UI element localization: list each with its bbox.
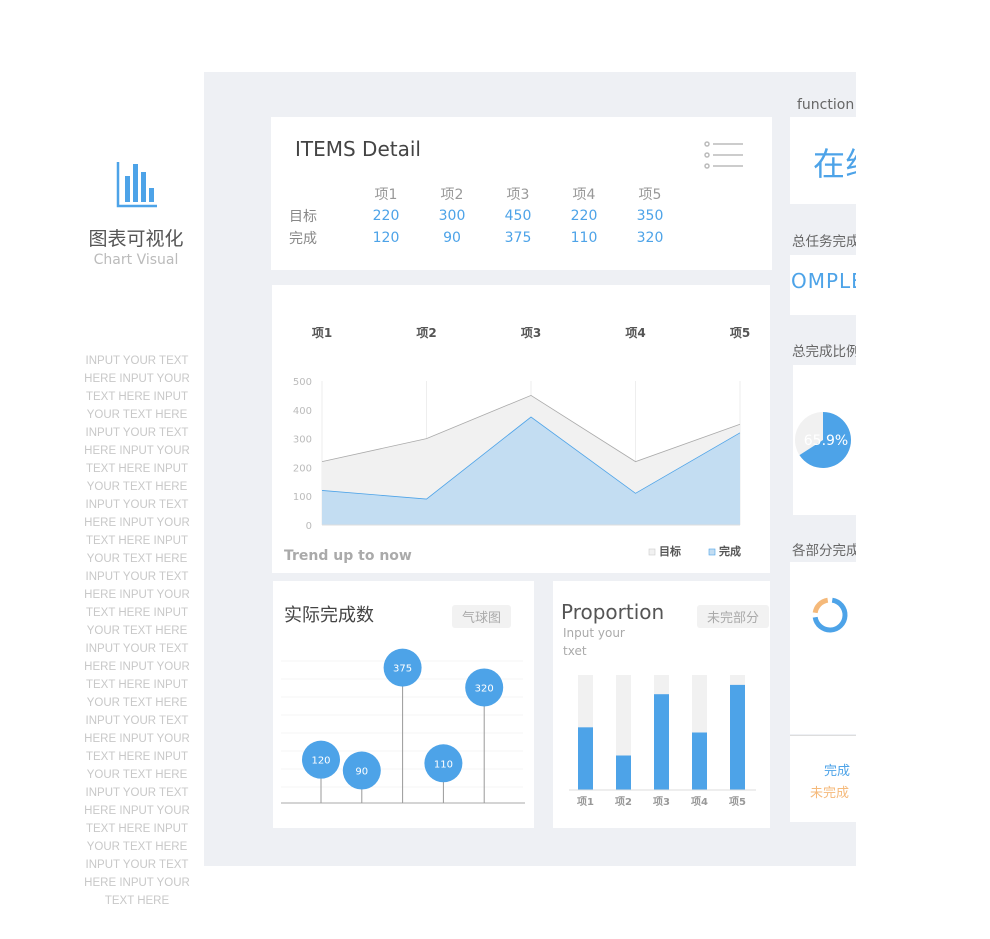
cell: 320 [636,230,664,246]
cell: 375 [504,230,532,246]
sidebar-body-text: INPUT YOUR TEXT HERE INPUT YOUR TEXT HER… [84,355,190,907]
bar-chart-icon [116,162,157,208]
bubble-chart: 120 90 375 110 320 [281,648,525,804]
legend-done: 完成 [824,764,851,779]
table-row: 目标 220 300 450 220 350 [289,205,683,227]
cell: 220 [570,208,598,224]
proportion-card: Proportion 未完部分 Input your txet 项1 项2 项3 项4… [553,581,770,828]
category-label: 项1 [312,326,332,340]
pie-card: 65.9% [793,365,856,515]
col-header: 项5 [638,187,662,203]
legend-card: 完成 未完成 [790,735,856,822]
y-tick-label: 300 [293,435,312,446]
function-label: function [797,97,855,113]
online-text: 在线 [813,145,856,183]
cell: 120 [372,230,400,246]
category-label: 项2 [615,796,632,808]
bubble-label: 375 [393,664,412,675]
legend-undone: 未完成 [810,786,850,801]
complete-card: COMPLETE [790,255,856,315]
y-tick-label: 400 [293,406,312,417]
category-label: 项4 [625,326,645,340]
y-tick-label: 200 [293,463,312,474]
cell: 450 [504,208,532,224]
complete-text: COMPLETE [790,269,856,293]
col-header: 项1 [374,187,398,203]
cell: 220 [372,208,400,224]
bar [578,727,593,790]
online-card: 在线 [790,117,856,204]
legend-label: 完成 [719,544,741,558]
bubble-chart-card: 实际完成数 气球图 120 90 375 110 320 [273,581,534,828]
y-tick-label: 100 [293,492,312,503]
sidebar-title: 图表可视化 [88,228,184,250]
cell: 110 [570,230,598,246]
pie-label: 65.9% [804,433,848,449]
category-label: 项2 [416,326,436,340]
area-chart: 项1 项2 项3 项4 项5 0 100 200 300 400 500 Trend up to no… [284,326,750,564]
category-label: 项1 [577,796,594,808]
col-header: 项2 [440,187,464,203]
donut-chart [812,597,848,633]
table-row: 完成 120 90 375 110 320 [289,227,683,249]
cell: 90 [443,230,461,246]
dashboard-panel: ITEMS Detail 项1 项2 项3 项4 项5 目标 220 300 450 220 35… [204,72,856,866]
legend-swatch [708,548,716,556]
chart-footer: Trend up to now [284,548,412,564]
col-header: 项4 [572,187,596,203]
items-detail-card: ITEMS Detail 项1 项2 项3 项4 项5 目标 220 300 450 220 35… [271,117,772,270]
legend-swatch [648,548,656,556]
bubble-label: 320 [475,683,494,694]
trend-chart-card: 项1 项2 项3 项4 项5 0 100 200 300 400 500 Trend up to no… [272,285,770,573]
bar [616,755,631,790]
category-label: 项3 [521,326,541,340]
bar [730,684,745,790]
parts-title: 各部分完成比例 [792,543,856,559]
detail-table: 项1 项2 项3 项4 项5 目标 220 300 450 220 350 完成 120 90 375 1… [289,183,683,249]
cell: 350 [636,208,664,224]
task-title: 总任务完成度 [792,234,856,250]
bar [654,694,669,790]
donut-arc-undone [812,597,829,614]
list-menu-icon[interactable] [703,141,745,171]
category-label: 项5 [730,326,750,340]
sidebar-subtitle: Chart Visual [93,252,179,268]
col-header: 项3 [506,187,530,203]
ratio-title: 总完成比例 [792,344,856,360]
category-label: 项5 [729,796,746,808]
bubble-label: 90 [355,767,368,778]
bubble-label: 110 [434,759,453,770]
donut-card [790,562,856,734]
legend-label: 目标 [659,544,681,558]
category-label: 项4 [691,796,708,808]
row-label: 完成 [289,231,317,247]
category-label: 项3 [653,796,670,808]
pie-chart: 65.9% [795,412,851,468]
row-label: 目标 [289,209,317,225]
y-tick-label: 0 [306,521,312,532]
bubble-label: 120 [311,756,330,767]
cell: 300 [438,208,466,224]
proportion-bar-chart: 项1 项2 项3 项4 项5 [569,675,756,808]
y-tick-label: 500 [293,377,312,388]
detail-title: ITEMS Detail [295,137,421,161]
bar [692,732,707,790]
